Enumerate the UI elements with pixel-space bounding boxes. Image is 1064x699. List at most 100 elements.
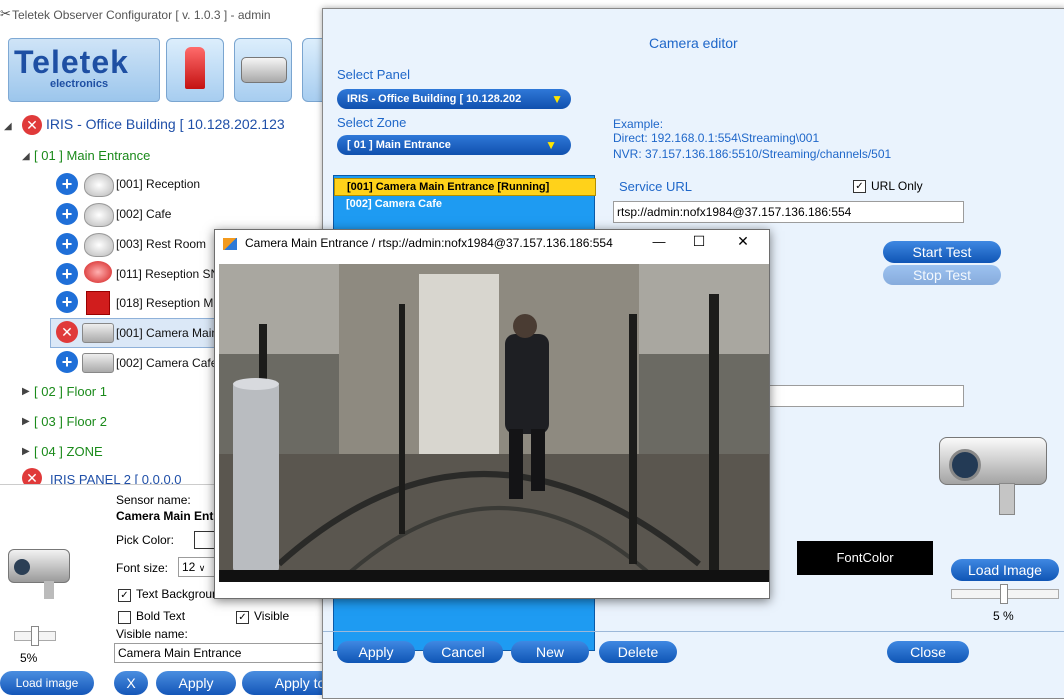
maximize-icon[interactable]: ☐ (689, 233, 709, 250)
tree-zone-03[interactable]: [ 03 ] Floor 2 (34, 414, 107, 429)
call-point-icon (86, 291, 110, 315)
collapse-arrow-icon[interactable]: ◢ (22, 151, 30, 162)
chevron-down-icon: ∨ (198, 563, 206, 573)
zoom-slider[interactable] (14, 626, 56, 646)
expand-arrow-icon[interactable]: ▶ (22, 446, 30, 457)
chevron-down-icon: ▼ (545, 138, 557, 152)
list-item[interactable]: [002] Camera Cafe (334, 196, 594, 212)
delete-button[interactable]: Delete (599, 641, 677, 663)
main-window-title: Teletek Observer Configurator [ v. 1.0.3… (12, 8, 271, 22)
toolbar-sensor-button[interactable] (166, 38, 224, 102)
font-size-select[interactable]: 12 ∨ (178, 557, 217, 577)
select-panel-label: Select Panel (337, 67, 410, 82)
new-button[interactable]: New (511, 641, 589, 663)
tree-device[interactable]: [011] Reseption SN (116, 267, 219, 281)
visible-checkbox[interactable]: ✓ (236, 611, 249, 624)
smoke-detector-icon (84, 233, 114, 257)
tree-zone-01[interactable]: [ 01 ] Main Entrance (34, 148, 150, 163)
video-frame-image (219, 264, 769, 582)
sensor-name-value: Camera Main Entra (116, 509, 225, 523)
logo: Teletek (14, 44, 129, 80)
smoke-detector-icon (84, 173, 114, 197)
remove-icon[interactable]: ✕ (56, 321, 78, 343)
select-zone-combo[interactable]: [ 01 ] Main Entrance ▼ (337, 135, 571, 155)
url-only-checkbox[interactable]: ✓ (853, 180, 866, 193)
tree-device[interactable]: [001] Reception (116, 177, 200, 191)
cancel-button[interactable]: Cancel (423, 641, 503, 663)
tree-panel-2[interactable]: IRIS PANEL 2 [ 0.0.0.0 (50, 472, 182, 484)
logo-subtitle: electronics (50, 78, 109, 90)
select-panel-combo[interactable]: IRIS - Office Building [ 10.128.202 ▼ (337, 89, 571, 109)
close-icon[interactable]: ✕ (733, 233, 753, 250)
toolbar-camera-button[interactable] (234, 38, 292, 102)
visible-name-input[interactable]: Camera Main Entrance (114, 643, 331, 663)
example-nvr: NVR: 37.157.136.186:5510/Streaming/chann… (613, 147, 892, 161)
load-image-button[interactable]: Load image (0, 671, 94, 695)
clear-button[interactable]: X (114, 671, 148, 695)
apply-button[interactable]: Apply (156, 671, 236, 695)
editor-title: Camera editor (649, 35, 738, 51)
collapse-arrow-icon[interactable]: ◢ (4, 121, 12, 132)
tree-device[interactable]: [001] Camera Main (116, 326, 218, 340)
divider (323, 631, 1064, 632)
tools-icon: ✂ (0, 6, 11, 21)
smoke-detector-icon (84, 203, 114, 227)
camera-video-feed (219, 264, 769, 582)
slider-thumb[interactable] (1000, 584, 1008, 604)
camera-icon (82, 353, 114, 373)
select-panel-value: IRIS - Office Building [ 10.128.202 (347, 93, 522, 105)
panel-error-icon: ✕ (22, 468, 42, 484)
text-background-checkbox[interactable]: ✓ (118, 589, 131, 602)
pick-color-label: Pick Color: (116, 533, 175, 547)
bold-text-checkbox[interactable] (118, 611, 131, 624)
font-color-button[interactable]: FontColor (797, 541, 933, 575)
load-image-button[interactable]: Load Image (951, 559, 1059, 581)
font-size-label: Font size: (116, 561, 169, 575)
camera-image-icon (935, 425, 1055, 521)
tree-device[interactable]: [018] Reseption MC (116, 296, 222, 310)
bold-text-label: Bold Text (136, 609, 186, 623)
service-url-input[interactable]: rtsp://admin:nofx1984@37.157.136.186:554 (613, 201, 964, 223)
service-url-label: Service URL (619, 179, 692, 194)
chevron-down-icon: ▼ (551, 92, 563, 106)
add-icon[interactable]: + (56, 173, 78, 195)
add-icon[interactable]: + (56, 203, 78, 225)
camera-image-icon (8, 541, 76, 601)
add-icon[interactable]: + (56, 233, 78, 255)
zoom-slider[interactable] (951, 584, 1059, 604)
font-size-value: 12 (182, 560, 196, 574)
camera-icon (82, 323, 114, 343)
panel-error-icon: ✕ (22, 115, 42, 135)
add-icon[interactable]: + (56, 351, 78, 373)
minimize-icon[interactable]: — (649, 234, 669, 249)
url-only-label: URL Only (871, 179, 923, 193)
start-test-button[interactable]: Start Test (883, 241, 1001, 263)
sensor-name-label: Sensor name: (116, 493, 191, 507)
zoom-value: 5 % (993, 609, 1014, 623)
tree-zone-02[interactable]: [ 02 ] Floor 1 (34, 384, 107, 399)
add-icon[interactable]: + (56, 291, 78, 313)
slider-thumb[interactable] (31, 626, 39, 646)
expand-arrow-icon[interactable]: ▶ (22, 386, 30, 397)
tree-device[interactable]: [002] Camera Cafe (116, 356, 217, 370)
expand-arrow-icon[interactable]: ▶ (22, 416, 30, 427)
list-item[interactable]: [001] Camera Main Entrance [Running] (334, 178, 596, 196)
tree-device[interactable]: [002] Cafe (116, 207, 171, 221)
video-window-title: Camera Main Entrance / rtsp://admin:nofx… (245, 236, 613, 250)
stop-test-button[interactable]: Stop Test (883, 265, 1001, 285)
editor-input-field[interactable] (763, 385, 964, 407)
sensor-device-icon (185, 47, 205, 89)
close-button[interactable]: Close (887, 641, 969, 663)
text-background-label: Text Backgroun (136, 587, 219, 601)
app-icon (223, 238, 237, 250)
apply-button[interactable]: Apply (337, 641, 415, 663)
tree-panel-1[interactable]: IRIS - Office Building [ 10.128.202.123 (46, 116, 285, 132)
example-direct: Direct: 192.168.0.1:554\Streaming\001 (613, 131, 820, 145)
tree-zone-04[interactable]: [ 04 ] ZONE (34, 444, 103, 459)
add-icon[interactable]: + (56, 263, 78, 285)
select-zone-label: Select Zone (337, 115, 407, 130)
tree-device[interactable]: [003] Rest Room (116, 237, 206, 251)
example-label: Example: (613, 117, 664, 131)
select-zone-value: [ 01 ] Main Entrance (347, 139, 451, 151)
zoom-value: 5% (20, 651, 38, 665)
